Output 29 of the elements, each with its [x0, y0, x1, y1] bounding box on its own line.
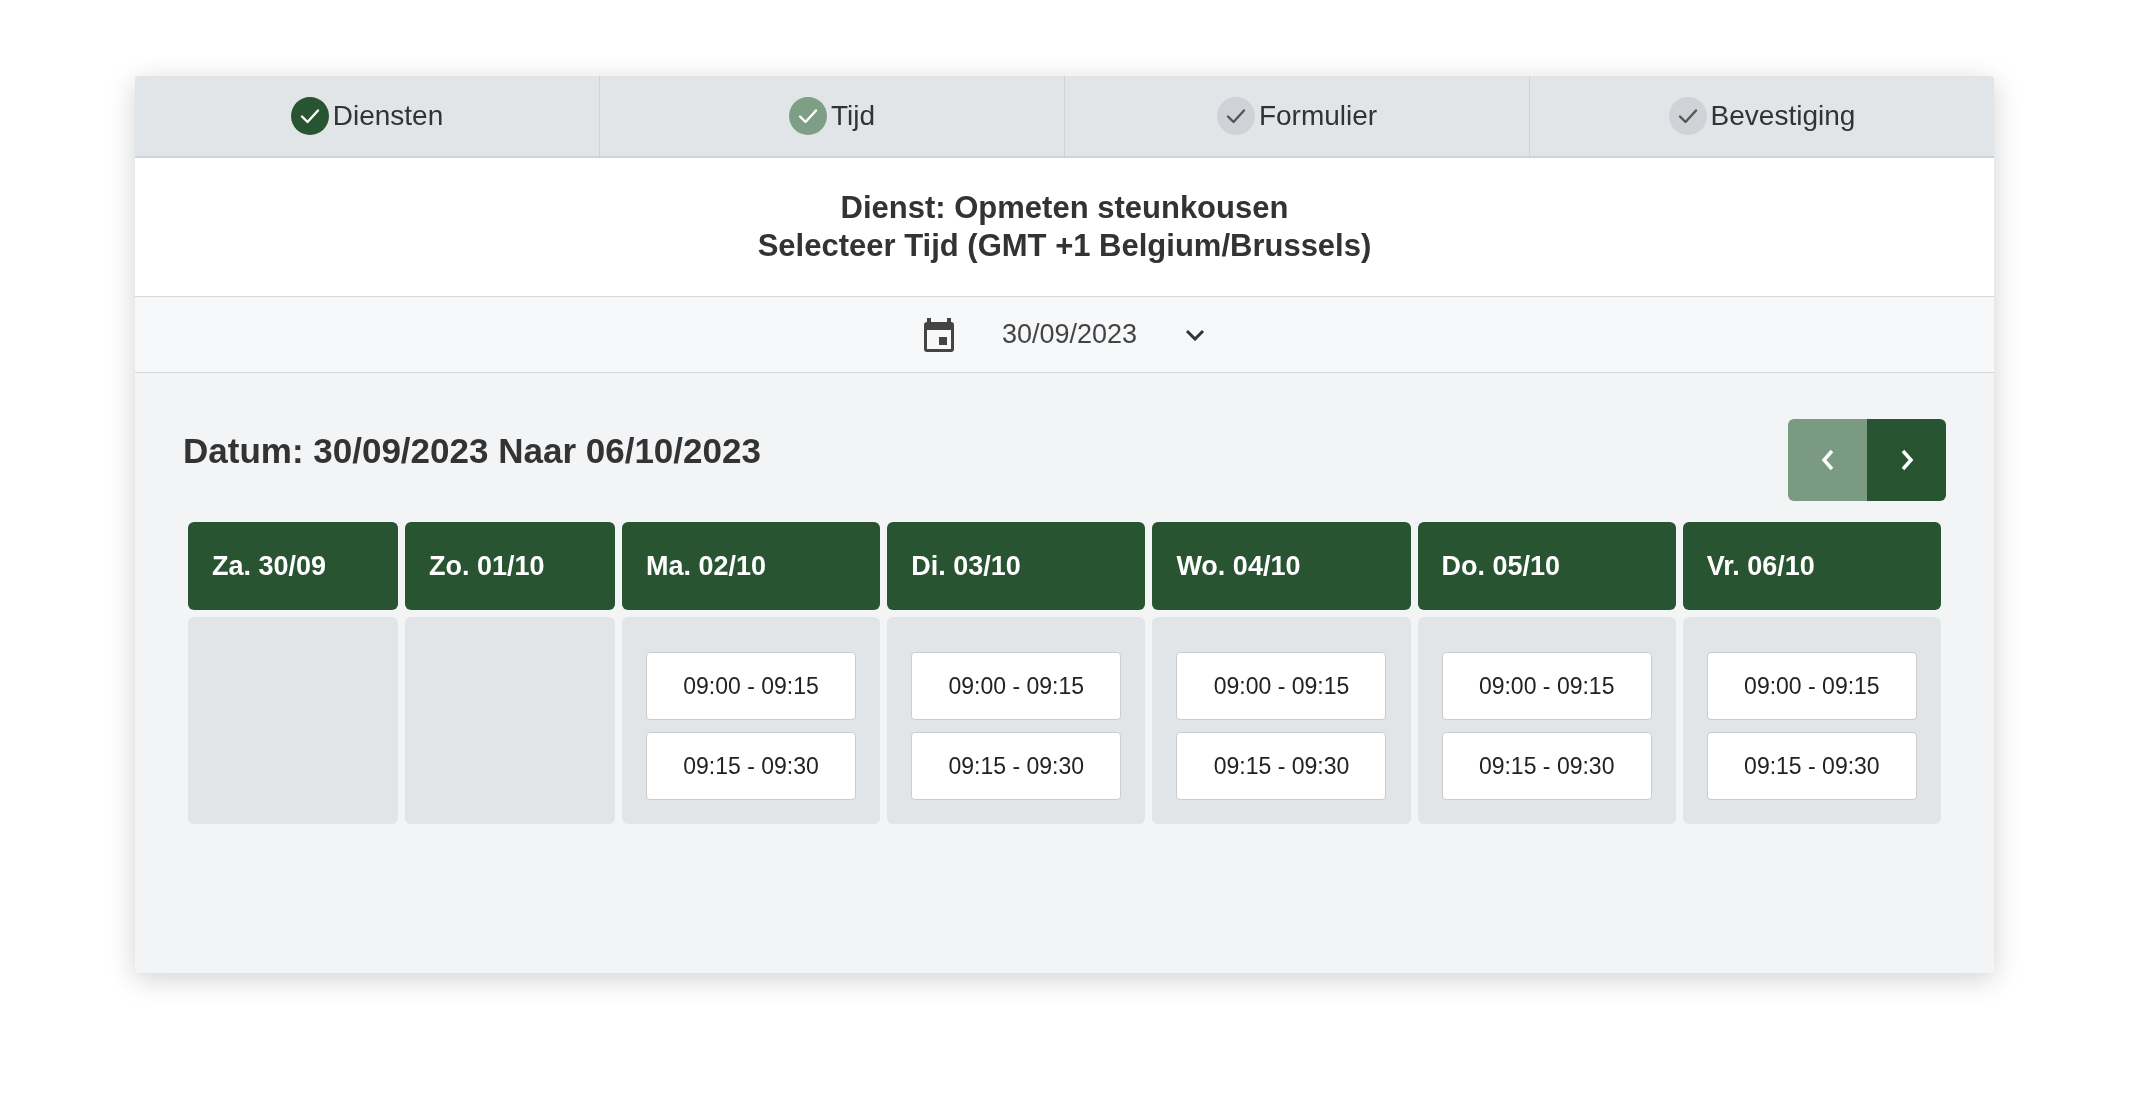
- service-title: Dienst: Opmeten steunkousen: [840, 189, 1289, 227]
- time-slot-button[interactable]: 09:15 - 09:30: [911, 732, 1122, 800]
- time-slot-button[interactable]: 09:00 - 09:15: [1706, 652, 1917, 720]
- chevron-right-icon: [1899, 449, 1914, 471]
- day-header: Do. 05/10: [1417, 522, 1676, 610]
- step-label[interactable]: Diensten: [332, 100, 444, 132]
- day-header: Wo. 04/10: [1152, 522, 1411, 610]
- time-slot-button[interactable]: 09:15 - 09:30: [646, 732, 857, 800]
- time-slot-button[interactable]: 09:00 - 09:15: [911, 652, 1122, 720]
- timezone-subtitle: Selecteer Tijd (GMT +1 Belgium/Brussels): [757, 227, 1372, 265]
- date-range-title: Datum: 30/09/2023 Naar 06/10/2023: [183, 431, 761, 471]
- day-header: Za. 30/09: [188, 522, 398, 610]
- time-slot-button[interactable]: 09:00 - 09:15: [1176, 652, 1387, 720]
- step-label[interactable]: Bevestiging: [1710, 100, 1856, 132]
- date-value[interactable]: 30/09/2023: [1001, 319, 1138, 350]
- step-label[interactable]: Formulier: [1258, 100, 1378, 132]
- day-header: Zo. 01/10: [405, 522, 615, 610]
- day-header: Ma. 02/10: [621, 522, 881, 610]
- time-slot-button[interactable]: 09:00 - 09:15: [646, 652, 857, 720]
- calendar-icon[interactable]: [923, 317, 954, 352]
- day-header: Di. 03/10: [887, 522, 1146, 610]
- day-header: Vr. 06/10: [1682, 522, 1941, 610]
- chevron-left-icon: [1820, 449, 1835, 471]
- time-slot-button[interactable]: 09:15 - 09:30: [1441, 732, 1652, 800]
- chevron-down-icon[interactable]: [1185, 328, 1206, 341]
- time-slot-button[interactable]: 09:00 - 09:15: [1441, 652, 1652, 720]
- step-label[interactable]: Tijd: [830, 100, 876, 132]
- time-slot-button[interactable]: 09:15 - 09:30: [1176, 732, 1387, 800]
- time-slot-button[interactable]: 09:15 - 09:30: [1706, 732, 1917, 800]
